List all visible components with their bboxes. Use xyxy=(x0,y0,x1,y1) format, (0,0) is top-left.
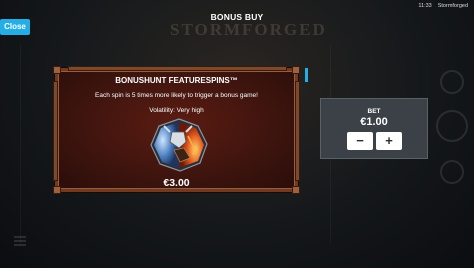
increase-bet-button[interactable]: + xyxy=(376,132,402,150)
bet-value: €1.00 xyxy=(360,116,388,128)
status-time: 11:33 xyxy=(418,3,432,9)
autoplay-button-faded xyxy=(440,70,464,94)
feature-title: BONUSHUNT FEATURESPINS™ xyxy=(115,76,238,85)
game-logo-faded: STORMFORGED xyxy=(170,20,327,39)
feature-card[interactable]: BONUSHUNT FEATURESPINS™ Each spin is 5 t… xyxy=(53,66,300,194)
frame-corner xyxy=(53,66,61,74)
spin-button-faded xyxy=(436,110,468,142)
bonus-emblem-icon xyxy=(150,118,208,172)
feature-price: €3.00 xyxy=(163,177,190,189)
frame-rod xyxy=(68,66,287,71)
status-bar: 11:33 Stormforged xyxy=(418,3,468,9)
decrease-bet-button[interactable]: − xyxy=(347,132,373,150)
feature-description: Each spin is 5 times more likely to trig… xyxy=(95,92,258,99)
frame-corner xyxy=(292,66,300,74)
scrollbar[interactable] xyxy=(305,68,308,82)
feature-volatility: Volatility: Very high xyxy=(149,107,204,114)
menu-icon-faded xyxy=(14,234,26,248)
background-reel xyxy=(20,44,55,244)
status-app-name: Stormforged xyxy=(437,3,468,9)
turbo-button-faded xyxy=(440,160,464,184)
page-title: BONUS BUY xyxy=(210,12,264,22)
bet-panel: BET €1.00 − + xyxy=(320,98,428,159)
bet-label: BET xyxy=(367,108,381,115)
frame-rod xyxy=(295,81,300,181)
close-button[interactable]: Close xyxy=(0,19,30,35)
